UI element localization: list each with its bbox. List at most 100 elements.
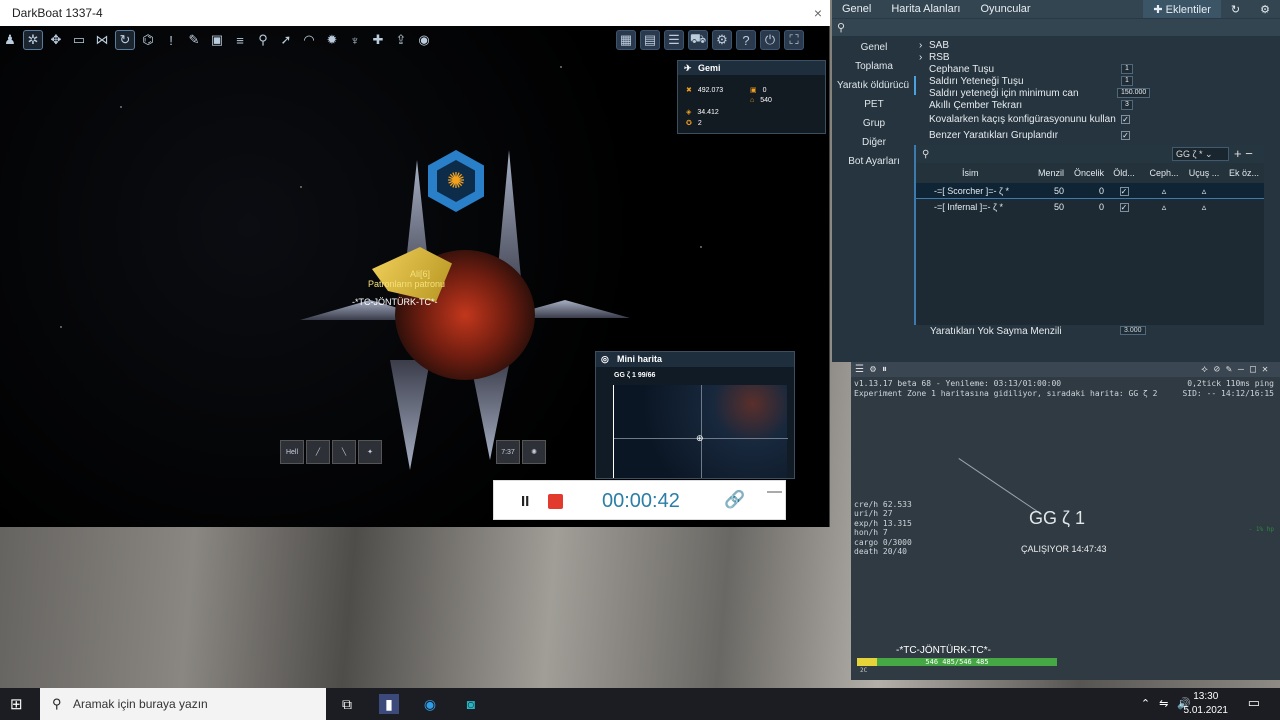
skill-slot-rocket[interactable]: ╲ <box>332 440 356 464</box>
group-npc-checkbox[interactable]: ✓ <box>1121 131 1130 140</box>
screen-recorder[interactable]: II 00:00:42 🔗 — <box>493 480 786 520</box>
gear-icon[interactable]: ⚙ <box>712 30 732 50</box>
ammo-key-field[interactable]: 1 <box>1121 64 1133 74</box>
col-priority[interactable]: Öncelik <box>1064 163 1104 183</box>
flight-cell-icon[interactable]: ▵ <box>1184 183 1224 198</box>
sidebar-item-group[interactable]: Grup <box>832 114 916 133</box>
target-icon[interactable]: ✥ <box>46 30 66 50</box>
npc-options: › SAB › RSB Cephane Tuşu 1 Saldırı Yeteneği… <box>919 40 1151 142</box>
help-icon[interactable]: ? <box>736 30 756 50</box>
power-icon[interactable]: ⏻ <box>760 30 780 50</box>
stop-button[interactable] <box>548 494 563 509</box>
recorder-app-icon[interactable]: ◙ <box>461 694 481 714</box>
notification-icon[interactable]: ▭ <box>1248 695 1260 711</box>
wings-icon[interactable]: ♆ <box>345 30 365 50</box>
diagram-icon[interactable]: ⌬ <box>138 30 158 50</box>
minimize-button[interactable]: — <box>767 483 782 500</box>
upload-icon[interactable]: ⇪ <box>391 30 411 50</box>
ability-min-field[interactable]: 150.000 <box>1117 88 1151 98</box>
plugins-button[interactable]: ✚ Eklentiler <box>1143 0 1221 18</box>
toggle-icon[interactable]: ◉ <box>414 30 434 50</box>
refresh-icon[interactable]: ↻ <box>1221 0 1250 18</box>
table-row[interactable]: -=[ Scorcher ]=- ζ * 50 0 ✓ ▵ ▵ <box>916 183 1264 199</box>
col-ammo[interactable]: Ceph... <box>1144 163 1184 183</box>
tools-icon[interactable]: ✎ <box>184 30 204 50</box>
rocket-icon[interactable]: ➚ <box>276 30 296 50</box>
clock[interactable]: 13:30 5.01.2021 <box>1184 690 1229 718</box>
skill-slot[interactable]: Hell <box>280 440 304 464</box>
sidebar-item-bot-settings[interactable]: Bot Ayarları <box>832 152 916 171</box>
sidebar-item-collect[interactable]: Toplama <box>832 57 916 76</box>
npc-table[interactable]: ⚲ GG ζ * ⌄ + − İsim Menzil Öncelik Öld... … <box>914 145 1264 325</box>
col-name[interactable]: İsim <box>934 163 1029 183</box>
skill-slot-laser[interactable]: ╱ <box>306 440 330 464</box>
gear-icon[interactable]: ⚙ <box>1250 0 1280 18</box>
pin-icon[interactable]: ⚲ <box>253 30 273 50</box>
ability-key-field[interactable]: 1 <box>1121 76 1133 86</box>
edge-browser-icon[interactable]: ◉ <box>420 694 440 714</box>
creature-icon[interactable]: ✹ <box>322 30 342 50</box>
ignore-range-field[interactable]: 3.000 <box>1120 326 1146 335</box>
bot-log-window[interactable]: ☰ ⚙ ⏸ ⟡⊘✎–□✕ v1.13.17 beta 68 - Yenileme:… <box>851 362 1280 680</box>
smart-circle-field[interactable]: 3 <box>1121 100 1133 110</box>
credits-value: 492.073 <box>697 87 724 94</box>
fullscreen-icon[interactable]: ⛶ <box>784 30 804 50</box>
skill-slot-spark[interactable]: ✦ <box>358 440 382 464</box>
monitor-icon[interactable]: ▭ <box>69 30 89 50</box>
settings-icon[interactable]: ✲ <box>23 30 43 50</box>
window-controls[interactable]: ⟡⊘✎–□✕ <box>1201 362 1274 377</box>
close-icon[interactable]: × <box>814 0 822 26</box>
flight-cell-icon[interactable]: ▵ <box>1184 199 1224 215</box>
photo-icon[interactable]: ▣ <box>207 30 227 50</box>
col-kill[interactable]: Öld... <box>1104 163 1144 183</box>
flee-checkbox[interactable]: ✓ <box>1121 115 1130 124</box>
col-flight[interactable]: Uçuş ... <box>1184 163 1224 183</box>
window-icon[interactable]: ▤ <box>640 30 660 50</box>
sidebar-item-npc-killer[interactable]: Yaratık öldürücü <box>832 76 916 95</box>
game-window[interactable]: DarkBoat 1337-4 × ♟ ✲ ✥ ▭ ⋈ ↻ ⌬ ! ✎ ▣ ≡ ⚲… <box>0 0 830 527</box>
sab-row[interactable]: › SAB <box>919 40 1116 52</box>
ammo-cell-icon[interactable]: ▵ <box>1144 183 1184 198</box>
menu-icon[interactable]: ☰ ⚙ ⏸ <box>855 364 887 375</box>
box-icon[interactable]: ▦ <box>616 30 636 50</box>
kill-checkbox[interactable]: ✓ <box>1119 203 1129 212</box>
sidebar-item-pet[interactable]: PET <box>832 95 916 114</box>
kill-checkbox[interactable]: ✓ <box>1119 187 1129 196</box>
tab-players[interactable]: Oyuncular <box>970 0 1040 18</box>
task-view-icon[interactable]: ⧉ <box>337 694 357 714</box>
left-toolbar: ♟ ✲ ✥ ▭ ⋈ ↻ ⌬ ! ✎ ▣ ≡ ⚲ ➚ ◠ ✹ ♆ ✚ ⇪ ◉ <box>0 30 434 50</box>
group-icon[interactable]: ⋈ <box>92 30 112 50</box>
cart-icon[interactable]: ⛟ <box>688 30 708 50</box>
people-icon[interactable]: ♟ <box>0 30 20 50</box>
pause-button[interactable]: II <box>521 493 529 510</box>
ship-info-panel[interactable]: ✈ Gemi ✖ 492.073 ◈ 34.412 ✪ 2 ▣ 0 ⌂ 540 <box>677 60 826 134</box>
tab-general[interactable]: Genel <box>832 0 881 18</box>
arc-icon[interactable]: ◠ <box>299 30 319 50</box>
window-titlebar[interactable]: DarkBoat 1337-4 × <box>0 0 830 26</box>
ammo-cell-icon[interactable]: ▵ <box>1144 199 1184 215</box>
puzzle-icon[interactable]: ✚ <box>368 30 388 50</box>
list-alert-icon[interactable]: ☰ <box>664 30 684 50</box>
map-filter-select[interactable]: GG ζ * ⌄ <box>1172 147 1229 161</box>
skill-slot-drone[interactable]: ✺ <box>522 440 546 464</box>
tab-map-areas[interactable]: Harita Alanları <box>881 0 970 18</box>
minimap-panel[interactable]: ◎ Mini harita GG ζ 1 99/66 ⊕ <box>595 351 795 479</box>
minimap-view[interactable]: ⊕ <box>613 385 788 478</box>
add-remove-icon[interactable]: + − <box>1234 146 1253 161</box>
table-row[interactable]: -=[ Infernal ]=- ζ * 50 0 ✓ ▵ ▵ <box>916 199 1264 215</box>
taskbar-search-input[interactable]: ⚲ Aramak için buraya yazın <box>40 688 326 720</box>
search-icon[interactable]: ⚲ <box>922 149 929 160</box>
col-range[interactable]: Menzil <box>1029 163 1064 183</box>
link-icon[interactable]: 🔗 <box>724 490 745 510</box>
search-icon[interactable]: ⚲ <box>832 18 1280 36</box>
alert-icon[interactable]: ! <box>161 30 181 50</box>
darkbot-app-icon[interactable]: ▮ <box>379 694 399 714</box>
list-icon[interactable]: ≡ <box>230 30 250 50</box>
loop-icon[interactable]: ↻ <box>115 30 135 50</box>
rsb-row[interactable]: › RSB <box>919 52 1116 64</box>
sidebar-item-other[interactable]: Diğer <box>832 133 916 152</box>
cooldown-slot[interactable]: 7:37 <box>496 440 520 464</box>
sidebar-item-general[interactable]: Genel <box>832 38 916 57</box>
col-extra[interactable]: Ek öz... <box>1224 163 1264 183</box>
windows-start-icon[interactable]: ⊞ <box>10 695 23 713</box>
